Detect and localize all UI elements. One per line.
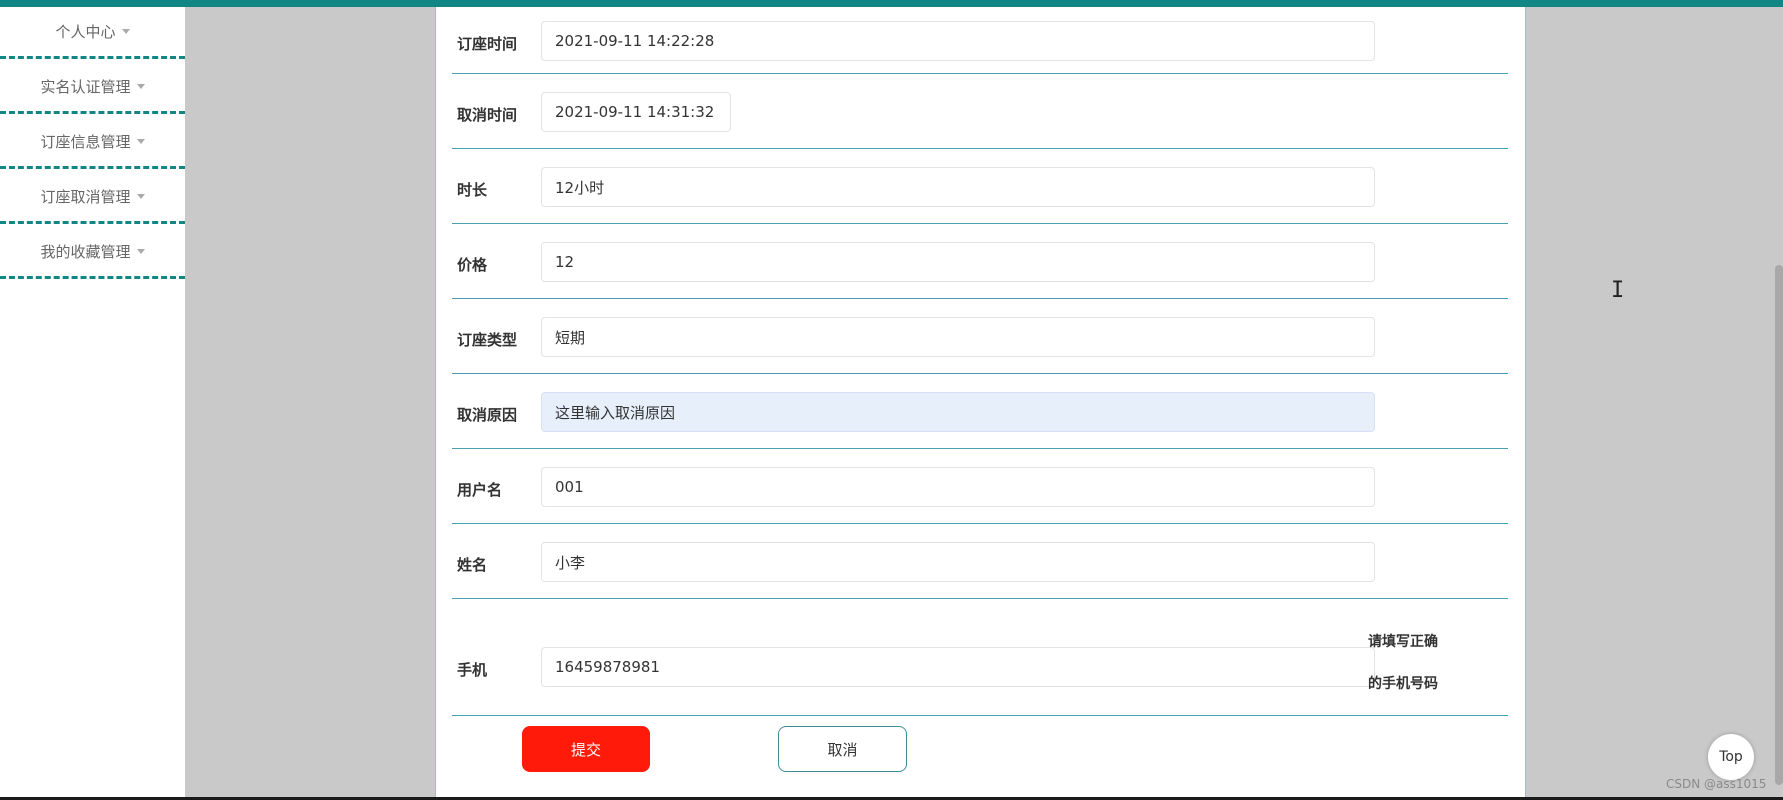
sidebar-item-personal-center[interactable]: 个人中心 xyxy=(0,7,185,59)
top-bar xyxy=(0,0,1783,7)
sidebar-item-label: 我的收藏管理 xyxy=(40,243,131,261)
sidebar: 个人中心 实名认证管理 订座信息管理 订座取消管理 我的收藏管理 xyxy=(0,7,185,797)
name-field[interactable]: 小李 xyxy=(541,542,1375,582)
caret-down-icon xyxy=(136,139,145,144)
form-row-cancel-time: 取消时间 2021-09-11 14:31:32 xyxy=(452,74,1508,149)
phone-hint-line1: 请填写正确 xyxy=(1368,634,1438,650)
phone-label: 手机 xyxy=(457,661,488,679)
form-row-price: 价格 12 xyxy=(452,224,1508,299)
price-field[interactable]: 12 xyxy=(541,242,1375,282)
sidebar-item-booking-info[interactable]: 订座信息管理 xyxy=(0,117,185,169)
submit-button[interactable]: 提交 xyxy=(522,726,650,772)
duration-field[interactable]: 12小时 xyxy=(541,167,1375,207)
username-label: 用户名 xyxy=(457,481,503,499)
username-field[interactable]: 001 xyxy=(541,467,1375,507)
scrollbar-thumb[interactable] xyxy=(1775,265,1783,785)
sidebar-item-label: 实名认证管理 xyxy=(40,78,131,96)
sidebar-item-label: 订座信息管理 xyxy=(40,133,131,151)
form-row-cancel-reason: 取消原因 这里输入取消原因 xyxy=(452,374,1508,449)
sidebar-item-booking-cancel[interactable]: 订座取消管理 xyxy=(0,172,185,224)
booking-time-label: 订座时间 xyxy=(457,35,518,53)
form-row-phone: 手机 16459878981 请填写正确 的手机号码 xyxy=(452,599,1508,716)
back-to-top-button[interactable]: Top xyxy=(1708,734,1754,780)
sidebar-item-favorites[interactable]: 我的收藏管理 xyxy=(0,227,185,279)
caret-down-icon xyxy=(136,84,145,89)
cancel-time-label: 取消时间 xyxy=(457,106,518,124)
caret-down-icon xyxy=(136,194,145,199)
sidebar-item-label: 订座取消管理 xyxy=(40,188,131,206)
text-cursor-icon: I xyxy=(1611,278,1625,303)
cancel-button[interactable]: 取消 xyxy=(778,726,907,772)
sidebar-item-label: 个人中心 xyxy=(55,23,116,41)
form-row-booking-type: 订座类型 短期 xyxy=(452,299,1508,374)
booking-time-field[interactable]: 2021-09-11 14:22:28 xyxy=(541,21,1375,61)
cancel-time-field[interactable]: 2021-09-11 14:31:32 xyxy=(541,92,731,132)
booking-type-field[interactable]: 短期 xyxy=(541,317,1375,357)
form-row-username: 用户名 001 xyxy=(452,449,1508,524)
form-row-name: 姓名 小李 xyxy=(452,524,1508,599)
caret-down-icon xyxy=(121,29,130,34)
phone-hint-line2: 的手机号码 xyxy=(1368,676,1438,692)
form-row-booking-time: 订座时间 2021-09-11 14:22:28 xyxy=(452,7,1508,74)
duration-label: 时长 xyxy=(457,181,488,199)
booking-type-label: 订座类型 xyxy=(457,331,518,349)
form-row-duration: 时长 12小时 xyxy=(452,149,1508,224)
caret-down-icon xyxy=(136,249,145,254)
cancel-reason-label: 取消原因 xyxy=(457,406,518,424)
form-panel: 订座时间 2021-09-11 14:22:28 取消时间 2021-09-11… xyxy=(435,7,1624,797)
phone-field[interactable]: 16459878981 xyxy=(541,647,1375,687)
price-label: 价格 xyxy=(457,256,488,274)
watermark: CSDN @ass1015 xyxy=(1666,777,1767,791)
sidebar-item-realname-auth[interactable]: 实名认证管理 xyxy=(0,62,185,114)
cancel-reason-input[interactable]: 这里输入取消原因 xyxy=(541,392,1375,432)
name-label: 姓名 xyxy=(457,556,488,574)
